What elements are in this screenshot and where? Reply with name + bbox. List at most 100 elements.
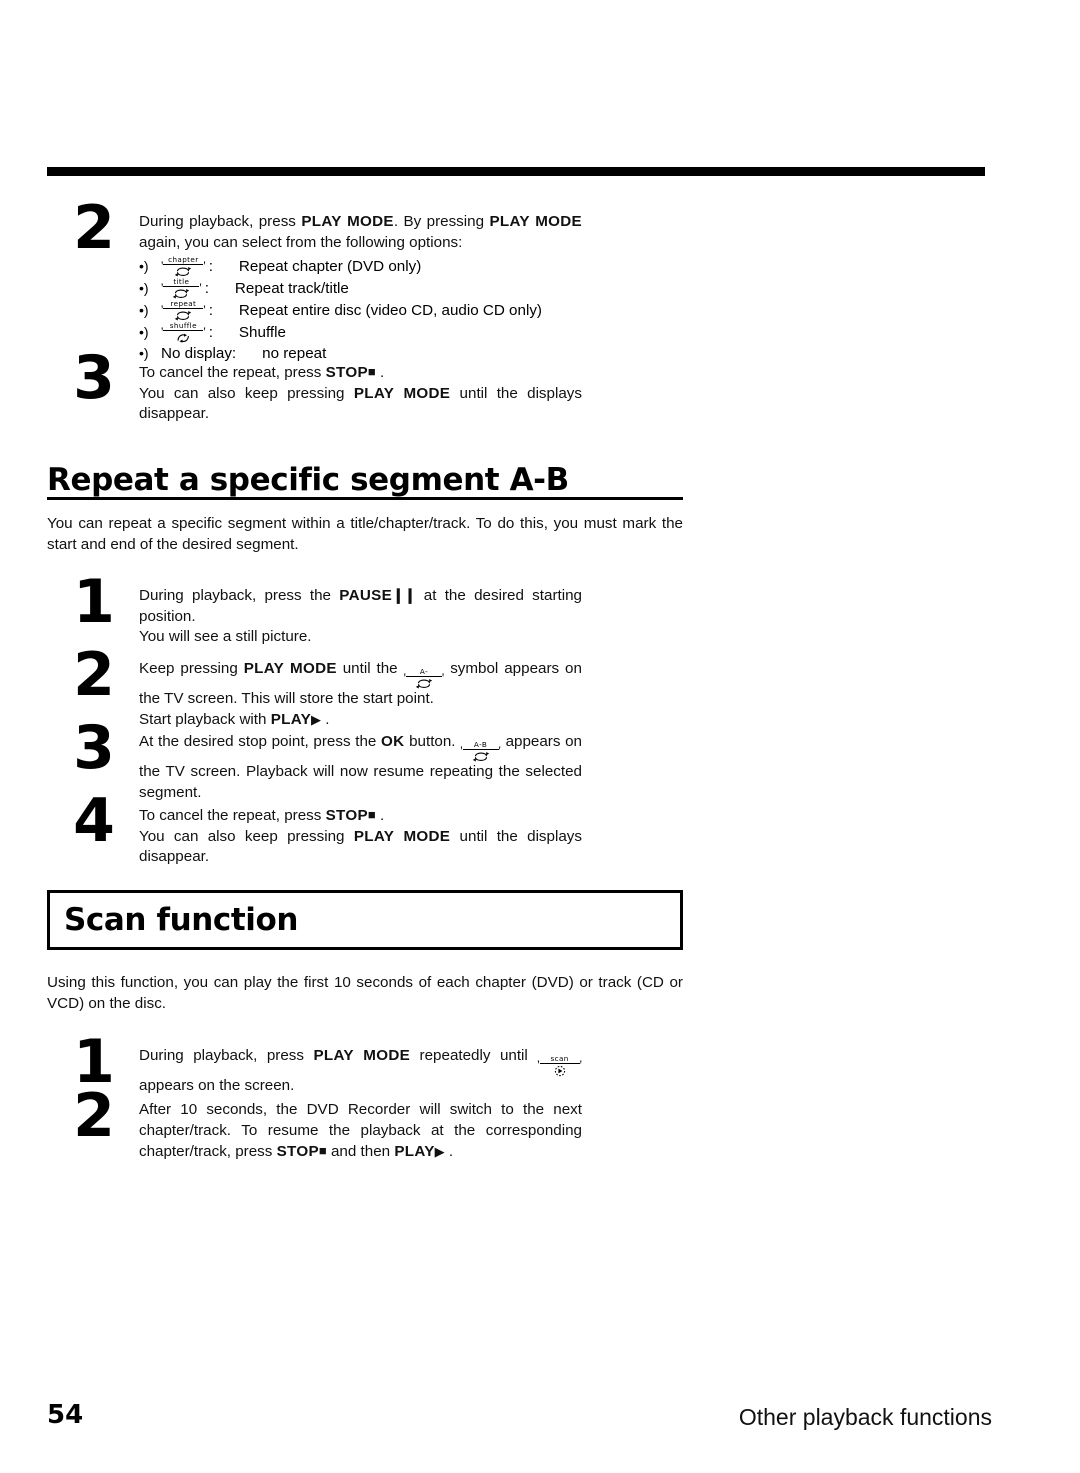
shuffle-icon: ' shuffle ' [161,321,206,343]
key-play-mode: PLAY MODE [313,1047,411,1064]
text-run: . [325,710,330,728]
text-run: You can also keep pressing [139,384,345,402]
bullet-marker: •) [139,301,149,318]
option-description: Shuffle [238,323,286,341]
repeat-arrow-icon [406,677,442,690]
bullet-marker: •) [139,345,149,361]
stop-square-icon: ■ [367,364,376,379]
repeat-ab-icon: ' A-B ' [460,740,501,762]
osd-label: A-B [462,740,499,750]
text-run: You can also keep pressing [139,827,345,845]
option-row-shuffle: •) ' shuffle ' : Shuffle [139,321,687,343]
play-triangle-icon: ▶ [311,711,322,727]
step-block-repeat-3: 3 To cancel the repeat, press STOP■ . Yo… [47,348,687,425]
step-number: 2 [73,640,115,710]
step-line-1: To cancel the repeat, press STOP■ . [139,805,582,827]
osd-label: repeat [163,299,204,309]
key-play-mode: PLAY MODE [353,827,451,845]
key-stop: STOP [276,1143,319,1160]
osd-label: A- [405,667,442,677]
step-block-ab-3: 3 At the desired stop point, press the O… [47,718,687,803]
section-intro-scan: Using this function, you can play the fi… [47,973,683,1014]
step-block-scan-1: 1 During playback, press PLAY MODE repea… [47,1032,687,1097]
key-pause: PAUSE [339,587,392,604]
step-line-1: During playback, press PLAY MODE repeate… [139,1046,582,1097]
osd-symbol-shuffle: ' shuffle ' [161,321,206,343]
section-heading-scan: Scan function [64,902,299,938]
step-content: During playback, press PLAY MODE. By pre… [139,212,687,364]
osd-symbol-title: ' title ' [161,277,202,299]
option-colon: : [208,301,213,319]
text-run: until the [342,660,398,677]
option-row-no-display: •) No display: no repeat [139,343,687,364]
scan-play-icon [540,1064,580,1077]
step-block-repeat-2: 2 During playback, press PLAY MODE. By p… [47,198,687,364]
step-line-1: To cancel the repeat, press STOP■ . [139,362,582,384]
quote-mark-close: ' [441,670,445,685]
option-row-repeat: •) ' repeat ' : Repeat entire disc (vide… [139,299,687,321]
text-run: At the desired stop point, press the [139,733,377,750]
quote-mark-close: ' [203,324,206,339]
key-play-mode: PLAY MODE [243,660,337,677]
option-colon: : [208,323,213,341]
bullet-marker: •) [139,323,149,340]
text-run: repeatedly until [419,1047,528,1064]
key-play: PLAY [270,710,312,728]
text-run: . By pressing [393,213,485,230]
key-play: PLAY [394,1143,435,1160]
text-run: Using this function, you can play the fi… [47,974,683,1012]
key-play-mode-2: PLAY MODE [489,213,582,230]
text-run: You can repeat a specific segment within… [47,515,683,553]
step-number: 4 [73,786,115,856]
step-number: 3 [73,713,115,783]
key-stop: STOP [325,364,368,381]
step-block-ab-4: 4 To cancel the repeat, press STOP■ . Yo… [47,791,687,868]
quote-mark-close: ' [498,743,501,758]
step-number: 3 [73,343,115,413]
step-number: 1 [73,567,115,637]
step-content: During playback, press PLAY MODE repeate… [139,1046,687,1097]
text-run: During playback, press [139,1047,304,1064]
osd-plate: chapter [163,255,204,277]
osd-symbol-chapter: ' chapter ' [161,255,206,277]
key-play-mode: PLAY MODE [353,384,451,402]
text-run: To cancel the repeat, press [139,807,322,824]
option-description: Repeat track/title [234,279,349,297]
step-line-1: After 10 seconds, the DVD Recorder will … [139,1100,582,1163]
option-row-chapter: •) ' chapter ' : Repeat chapter (DVD onl… [139,255,687,277]
text-run: . [448,1143,454,1160]
osd-label: shuffle [163,321,204,331]
step-content: To cancel the repeat, press STOP■ . You … [139,362,687,425]
quote-mark-close: ' [203,258,206,273]
step-paragraph: During playback, press PLAY MODE. By pre… [139,212,582,253]
text-run: appears on the screen. [139,1077,295,1094]
quote-mark-close: ' [203,302,206,317]
step-block-scan-2: 2 After 10 seconds, the DVD Recorder wil… [47,1086,687,1163]
section-heading-rule [47,497,683,500]
section-heading-ab: Repeat a specific segment A-B [47,462,569,498]
quote-mark-close: ' [199,280,202,295]
option-colon: : [204,279,209,297]
top-rule-divider [47,167,985,176]
section-intro-ab: You can repeat a specific segment within… [47,514,683,555]
pause-bars-icon: ❙❙ [392,587,416,604]
step-line-2: Start playback with PLAY▶ . [139,710,582,731]
step-line-2: You can also keep pressing PLAY MODE unt… [139,827,582,868]
osd-label: title [163,277,200,287]
step-line-2: You will see a still picture. [139,628,312,645]
step-line-1: At the desired stop point, press the OK … [139,732,582,803]
step-block-ab-1: 1 During playback, press the PAUSE❙❙ at … [47,572,687,648]
key-ok: OK [381,733,405,750]
step-line-2: You can also keep pressing PLAY MODE unt… [139,384,582,425]
step-content: To cancel the repeat, press STOP■ . You … [139,805,687,868]
stop-square-icon: ■ [367,807,376,822]
step-content: At the desired stop point, press the OK … [139,732,687,803]
option-colon: : [208,257,213,275]
text-run: During playback, press the [139,587,331,604]
option-label-no-display: No display: [161,345,237,362]
repeat-title-icon: ' title ' [161,277,202,299]
option-description: Repeat chapter (DVD only) [238,257,422,275]
text-run: Keep pressing [139,660,238,677]
scan-osd-icon: ' scan ' [537,1054,582,1077]
key-play-mode: PLAY MODE [301,213,394,230]
